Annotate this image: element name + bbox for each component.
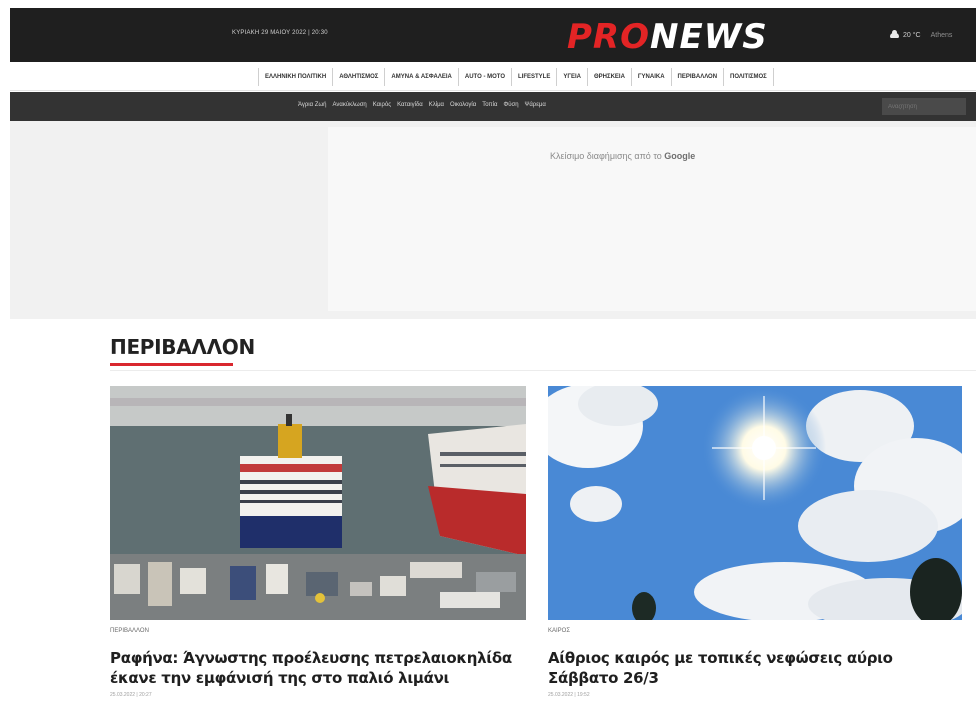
sub-nav-item[interactable]: Καταιγίδα [397, 102, 423, 108]
article-image-sky[interactable] [548, 386, 962, 620]
weather-widget[interactable]: 20 °C Athens [890, 30, 953, 39]
article-headline[interactable]: Ραφήνα: Άγνωστης προέλευσης πετρελαιοκηλ… [110, 648, 512, 688]
sub-nav-item[interactable]: Τοπία [482, 102, 497, 108]
ad-slot: Κλείσιμο διαφήμισης από το Google [328, 127, 976, 311]
section-title[interactable]: ΠΕΡΙΒΑΛΛΟΝ [110, 335, 255, 359]
search-input[interactable] [882, 98, 966, 115]
headline-line: Σάββατο 26/3 [548, 669, 659, 687]
nav-item-religion[interactable]: ΘΡΗΣΚΕΙΑ [588, 68, 632, 86]
sub-nav-item[interactable]: Οικολογία [450, 102, 476, 108]
nav-item-woman[interactable]: ΓΥΝΑΙΚΑ [632, 68, 672, 86]
temperature: 20 °C [903, 32, 921, 39]
article-card[interactable]: ΠΕΡΙΒΑΛΛΟΝ Ραφήνα: Άγνωστης προέλευσης π… [110, 386, 526, 698]
nav-item-sports[interactable]: ΑΘΛΗΤΙΣΜΟΣ [333, 68, 386, 86]
article-category[interactable]: ΚΑΙΡΟΣ [548, 628, 570, 634]
sub-nav-list: Άγρια Ζωή Ανακύκλωση Καιρός Καταιγίδα Κλ… [298, 102, 546, 108]
ad-brand: Google [664, 151, 696, 161]
ad-banner: Κλείσιμο διαφήμισης από το Google [10, 121, 976, 319]
logo-news: NEWS [650, 17, 768, 57]
nav-item-lifestyle[interactable]: LIFESTYLE [512, 68, 558, 86]
article-timestamp: 25.03.2022 | 20:27 [110, 692, 152, 698]
sub-nav: Άγρια Ζωή Ανακύκλωση Καιρός Καταιγίδα Κλ… [10, 92, 976, 121]
section-title-underline [110, 363, 233, 366]
site-logo[interactable]: PRONEWS [567, 17, 768, 57]
nav-item-health[interactable]: ΥΓΕΙΑ [557, 68, 588, 86]
sub-nav-item[interactable]: Κλίμα [429, 102, 444, 108]
headline-line: Ραφήνα: Άγνωστης προέλευσης πετρελαιοκηλ… [110, 649, 512, 667]
article-card[interactable]: ΚΑΙΡΟΣ Αίθριος καιρός με τοπικές νεφώσει… [548, 386, 962, 698]
sub-nav-item[interactable]: Καιρός [373, 102, 391, 108]
sub-nav-item[interactable]: Άγρια Ζωή [298, 102, 326, 108]
article-category[interactable]: ΠΕΡΙΒΑΛΛΟΝ [110, 628, 149, 634]
ad-close-notice[interactable]: Κλείσιμο διαφήμισης από το Google [550, 151, 695, 161]
ad-close-label: Κλείσιμο διαφήμισης από το [550, 151, 662, 161]
nav-item-defense[interactable]: ΑΜΥΝΑ & ΑΣΦΑΛΕΙΑ [385, 68, 459, 86]
section-divider [110, 370, 976, 371]
category-nav-list: ΕΛΛΗΝΙΚΗ ΠΟΛΙΤΙΚΗ ΑΘΛΗΤΙΣΜΟΣ ΑΜΥΝΑ & ΑΣΦ… [258, 68, 774, 86]
category-nav: ΕΛΛΗΝΙΚΗ ΠΟΛΙΤΙΚΗ ΑΘΛΗΤΙΣΜΟΣ ΑΜΥΝΑ & ΑΣΦ… [10, 62, 976, 91]
article-timestamp: 25.03.2022 | 19:52 [548, 692, 590, 698]
nav-item-culture[interactable]: ΠΟΛΙΤΙΣΜΟΣ [724, 68, 774, 86]
current-date: ΚΥΡΙΑΚΗ 29 ΜΑΙΟΥ 2022 | 20:30 [232, 30, 328, 36]
sub-nav-item[interactable]: Φύση [503, 102, 518, 108]
sub-nav-item[interactable]: Ανακύκλωση [332, 102, 366, 108]
cloud-icon [890, 30, 899, 38]
headline-line: έκανε την εμφάνισή της στο παλιό λιμάνι [110, 669, 450, 687]
weather-city: Athens [930, 32, 953, 39]
top-header: ΚΥΡΙΑΚΗ 29 ΜΑΙΟΥ 2022 | 20:30 PRONEWS 20… [10, 8, 976, 62]
nav-item-auto-moto[interactable]: AUTO - MOTO [459, 68, 513, 86]
nav-item-politics[interactable]: ΕΛΛΗΝΙΚΗ ΠΟΛΙΤΙΚΗ [258, 68, 334, 86]
logo-pro: PRO [567, 17, 651, 57]
article-headline[interactable]: Αίθριος καιρός με τοπικές νεφώσεις αύριο… [548, 648, 893, 688]
headline-line: Αίθριος καιρός με τοπικές νεφώσεις αύριο [548, 649, 893, 667]
sub-nav-item[interactable]: Ψάρεμα [525, 102, 546, 108]
nav-item-environment[interactable]: ΠΕΡΙΒΑΛΛΟΝ [672, 68, 725, 86]
article-image-ferries[interactable] [110, 386, 526, 620]
